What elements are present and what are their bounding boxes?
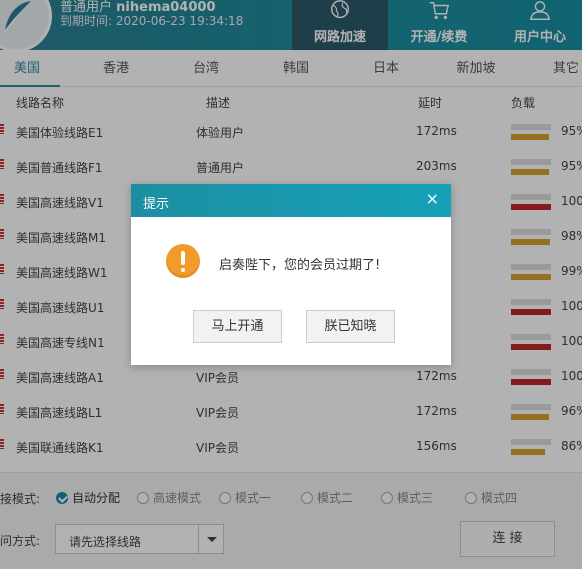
dialog-message: 启奏陛下，您的会员过期了! (219, 258, 381, 273)
close-icon[interactable]: × (426, 189, 439, 208)
warning-icon (166, 244, 200, 278)
acknowledge-button[interactable]: 朕已知晓 (306, 310, 395, 343)
dialog-title: 提示 (143, 197, 170, 212)
open-now-button[interactable]: 马上开通 (193, 310, 282, 343)
dialog-header: 提示 × (131, 184, 451, 217)
alert-dialog: 提示 × 启奏陛下，您的会员过期了! 马上开通 朕已知晓 (131, 184, 451, 365)
